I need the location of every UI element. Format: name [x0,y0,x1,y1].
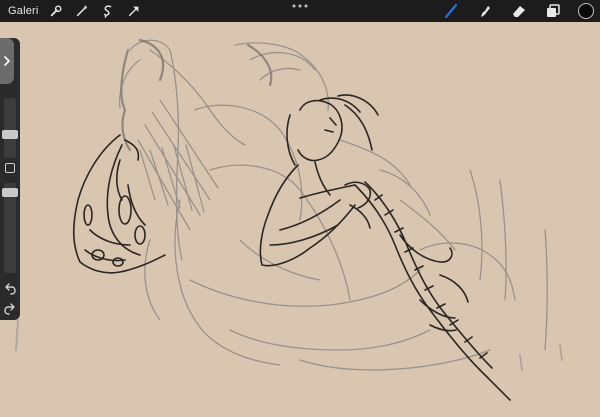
brush-size-slider[interactable] [4,98,16,158]
eraser-icon[interactable] [510,2,528,20]
selection-icon[interactable] [99,2,117,20]
brush-size-thumb[interactable] [2,130,18,139]
wrench-icon[interactable] [47,2,65,20]
color-picker-swatch[interactable] [578,3,594,19]
chevron-right-icon [4,56,11,66]
redo-icon[interactable] [3,302,17,316]
top-toolbar: Galeri [0,0,600,22]
layers-icon[interactable] [544,2,562,20]
brush-icon[interactable] [442,2,460,20]
more-options-icon[interactable] [291,3,309,9]
opacity-thumb[interactable] [2,188,18,197]
undo-icon[interactable] [3,282,17,296]
magic-wand-icon[interactable] [73,2,91,20]
transform-arrow-icon[interactable] [125,2,143,20]
modify-button[interactable] [5,163,15,173]
right-toolbar [442,0,600,22]
sidebar-toggle[interactable] [0,38,14,84]
gallery-button[interactable]: Galeri [8,5,39,17]
drawing-canvas[interactable] [0,22,600,417]
smudge-icon[interactable] [476,2,494,20]
